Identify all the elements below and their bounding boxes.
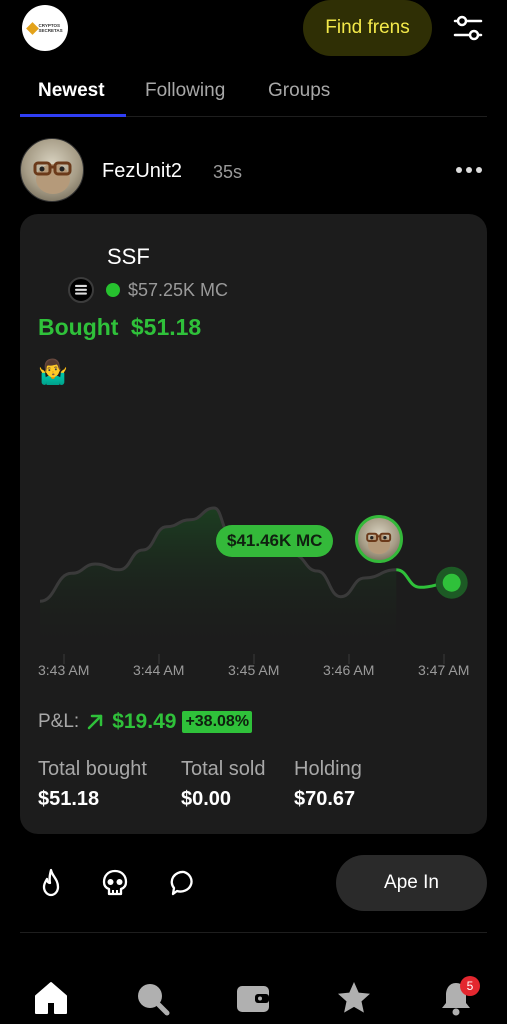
top-bar: CRYPTOS SECRETAS Find frens	[0, 0, 507, 60]
chart-area	[40, 508, 397, 654]
price-chart[interactable]	[20, 474, 487, 694]
trade-amount: $51.18	[130, 314, 202, 340]
logo-text: CRYPTOS SECRETAS	[38, 23, 63, 33]
pnl-percent-badge: +38.08%	[182, 711, 253, 733]
app-logo[interactable]: CRYPTOS SECRETAS	[22, 5, 68, 51]
filter-icon[interactable]	[452, 12, 484, 44]
stat-value-total-bought: $51.18	[38, 788, 100, 810]
stat-value-holding: $70.67	[294, 788, 356, 810]
tab-newest[interactable]: Newest	[38, 80, 105, 102]
stat-label-holding: Holding	[294, 758, 362, 780]
market-cap: $57.25K MC	[128, 280, 229, 300]
x-tick-label: 3:44 AM	[133, 662, 185, 678]
pnl-row: P&L: $19.49 +38.08%	[38, 708, 253, 736]
search-icon[interactable]	[134, 980, 170, 1016]
x-tick-label: 3:46 AM	[323, 662, 375, 678]
x-tick-label: 3:47 AM	[418, 662, 470, 678]
trade-action: Bought	[38, 314, 119, 340]
trade-card[interactable]: SSF $57.25K MC Bought $51.18 🤷‍♂️ $41.46…	[20, 214, 487, 834]
token-name: SSF	[107, 244, 150, 269]
x-tick-label: 3:43 AM	[38, 662, 90, 678]
ape-in-button[interactable]: Ape In	[336, 855, 487, 911]
tab-groups[interactable]: Groups	[268, 80, 330, 102]
logo-mark-icon	[25, 21, 39, 35]
tab-following[interactable]: Following	[145, 80, 225, 102]
shrug-emoji: 🤷‍♂️	[38, 359, 68, 386]
star-icon[interactable]	[336, 980, 372, 1016]
post-header: FezUnit2 35s	[0, 138, 507, 204]
stat-label-total-bought: Total bought	[38, 758, 147, 780]
pnl-value: $19.49	[112, 710, 177, 733]
notification-badge: 5	[460, 976, 480, 996]
bottom-nav: 5	[0, 964, 507, 1024]
stat-value-total-sold: $0.00	[181, 788, 232, 810]
chart-current-mc-label: $41.46K MC	[216, 525, 334, 557]
find-frens-button[interactable]: Find frens	[303, 0, 432, 56]
feed-tabs: Newest Following Groups	[0, 76, 507, 118]
monkey-avatar-icon	[366, 532, 392, 555]
skull-icon[interactable]	[101, 868, 129, 898]
post-username[interactable]: FezUnit2	[102, 160, 182, 183]
chart-trader-avatar	[355, 515, 403, 563]
actions-divider	[20, 932, 487, 933]
trade-summary: Bought $51.18	[38, 314, 201, 341]
avatar[interactable]	[20, 138, 84, 202]
stat-label-total-sold: Total sold	[181, 758, 266, 780]
market-cap-status-dot	[106, 283, 120, 297]
home-icon[interactable]	[33, 980, 69, 1016]
more-icon[interactable]	[454, 164, 484, 176]
monkey-avatar-icon	[33, 161, 72, 194]
arrow-up-right-icon	[87, 714, 103, 730]
post-actions: Ape In	[0, 850, 507, 916]
x-tick-label: 3:45 AM	[228, 662, 280, 678]
fire-icon[interactable]	[37, 868, 65, 898]
wallet-icon[interactable]	[235, 980, 271, 1016]
post-time: 35s	[213, 162, 243, 182]
active-tab-indicator	[20, 114, 126, 117]
solana-icon	[68, 277, 94, 303]
chart-end-point	[442, 573, 461, 592]
comment-icon[interactable]	[170, 868, 198, 898]
pnl-label: P&L:	[38, 711, 80, 732]
